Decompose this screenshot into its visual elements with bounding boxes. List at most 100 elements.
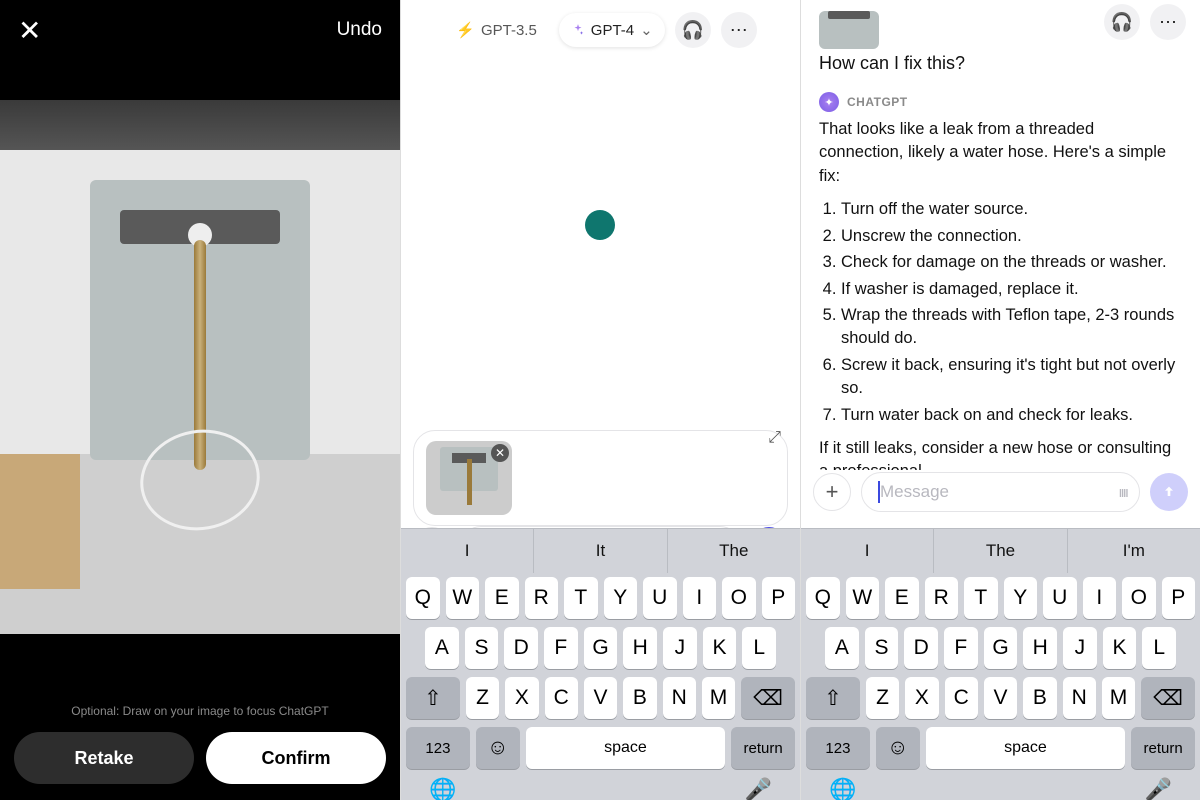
key-v[interactable]: V [584, 677, 617, 719]
key-j[interactable]: J [663, 627, 697, 669]
key-n[interactable]: N [663, 677, 696, 719]
undo-button[interactable]: Undo [337, 19, 382, 41]
key-g[interactable]: G [584, 627, 618, 669]
key-x[interactable]: X [505, 677, 538, 719]
key-p[interactable]: P [762, 577, 796, 619]
key-u[interactable]: U [643, 577, 677, 619]
key-o[interactable]: O [1122, 577, 1156, 619]
ios-keyboard[interactable]: I It The QWERTYUIOP ASDFGHJKL ⇧ ZXCVBNM … [401, 528, 800, 800]
key-b[interactable]: B [1023, 677, 1056, 719]
remove-attachment-icon[interactable]: ✕ [491, 444, 509, 462]
key-i[interactable]: I [1083, 577, 1117, 619]
key-e[interactable]: E [485, 577, 519, 619]
backspace-key[interactable]: ⌫ [741, 677, 795, 719]
key-f[interactable]: F [544, 627, 578, 669]
model-gpt35-tab[interactable]: ⚡ GPT-3.5 [444, 13, 549, 47]
key-i[interactable]: I [683, 577, 717, 619]
key-w[interactable]: W [846, 577, 880, 619]
key-s[interactable]: S [465, 627, 499, 669]
key-y[interactable]: Y [1004, 577, 1038, 619]
key-l[interactable]: L [742, 627, 776, 669]
suggestion-2[interactable]: It [533, 529, 666, 573]
suggestion-1[interactable]: I [401, 529, 533, 573]
model-gpt4-tab[interactable]: GPT-4 ⌄ [559, 13, 665, 47]
captured-photo[interactable] [0, 100, 400, 634]
key-f[interactable]: F [944, 627, 978, 669]
key-y[interactable]: Y [604, 577, 638, 619]
image-edit-panel: ✕ Undo Optional: Draw on your image to f… [0, 0, 400, 800]
key-x[interactable]: X [905, 677, 938, 719]
key-v[interactable]: V [984, 677, 1017, 719]
numbers-key[interactable]: 123 [406, 727, 470, 769]
key-c[interactable]: C [545, 677, 578, 719]
confirm-button[interactable]: Confirm [206, 732, 386, 784]
expand-icon[interactable]: ⤢ [768, 429, 781, 447]
key-p[interactable]: P [1162, 577, 1196, 619]
key-n[interactable]: N [1063, 677, 1096, 719]
add-attachment-button[interactable]: + [813, 473, 851, 511]
space-key[interactable]: space [526, 727, 725, 769]
message-placeholder: Message [880, 482, 949, 502]
key-a[interactable]: A [825, 627, 859, 669]
key-s[interactable]: S [865, 627, 899, 669]
close-icon[interactable]: ✕ [18, 14, 41, 47]
key-t[interactable]: T [964, 577, 998, 619]
key-b[interactable]: B [623, 677, 656, 719]
key-m[interactable]: M [702, 677, 735, 719]
more-button[interactable]: ⋯ [1150, 4, 1186, 40]
backspace-key[interactable]: ⌫ [1141, 677, 1195, 719]
key-t[interactable]: T [564, 577, 598, 619]
key-h[interactable]: H [623, 627, 657, 669]
suggestion-1[interactable]: I [801, 529, 933, 573]
message-composer[interactable]: ✕ ⤢ [413, 430, 788, 526]
key-a[interactable]: A [425, 627, 459, 669]
key-l[interactable]: L [1142, 627, 1176, 669]
key-r[interactable]: R [525, 577, 559, 619]
key-q[interactable]: Q [406, 577, 440, 619]
mic-icon[interactable]: 🎤 [1145, 777, 1172, 800]
retake-button[interactable]: Retake [14, 732, 194, 784]
ios-keyboard[interactable]: I The I'm QWERTYUIOP ASDFGHJKL ⇧ ZXCVBNM… [801, 528, 1200, 800]
key-k[interactable]: K [703, 627, 737, 669]
emoji-key[interactable]: ☺ [476, 727, 520, 769]
key-d[interactable]: D [904, 627, 938, 669]
shift-key[interactable]: ⇧ [406, 677, 460, 719]
return-key[interactable]: return [731, 727, 795, 769]
globe-icon[interactable]: 🌐 [429, 777, 456, 800]
suggestion-3[interactable]: The [667, 529, 800, 573]
key-o[interactable]: O [722, 577, 756, 619]
attached-image-thumbnail[interactable]: ✕ [426, 441, 512, 515]
key-z[interactable]: Z [866, 677, 899, 719]
loading-dot [585, 210, 615, 240]
user-image-thumbnail[interactable] [819, 11, 879, 49]
suggestion-3[interactable]: I'm [1067, 529, 1200, 573]
voice-wave-icon[interactable]: ıııı [1118, 484, 1127, 501]
return-key[interactable]: return [1131, 727, 1195, 769]
numbers-key[interactable]: 123 [806, 727, 870, 769]
key-z[interactable]: Z [466, 677, 499, 719]
suggestion-2[interactable]: The [933, 529, 1066, 573]
response-step: If washer is damaged, replace it. [841, 278, 1182, 301]
key-g[interactable]: G [984, 627, 1018, 669]
emoji-key[interactable]: ☺ [876, 727, 920, 769]
key-e[interactable]: E [885, 577, 919, 619]
globe-icon[interactable]: 🌐 [829, 777, 856, 800]
key-j[interactable]: J [1063, 627, 1097, 669]
headphones-button[interactable]: 🎧 [1104, 4, 1140, 40]
key-u[interactable]: U [1043, 577, 1077, 619]
key-r[interactable]: R [925, 577, 959, 619]
key-m[interactable]: M [1102, 677, 1135, 719]
key-c[interactable]: C [945, 677, 978, 719]
space-key[interactable]: space [926, 727, 1125, 769]
headphones-button[interactable]: 🎧 [675, 12, 711, 48]
mic-icon[interactable]: 🎤 [745, 777, 772, 800]
key-q[interactable]: Q [806, 577, 840, 619]
key-h[interactable]: H [1023, 627, 1057, 669]
message-input[interactable]: Message ıııı [861, 472, 1140, 512]
key-k[interactable]: K [1103, 627, 1137, 669]
shift-key[interactable]: ⇧ [806, 677, 860, 719]
key-d[interactable]: D [504, 627, 538, 669]
send-button[interactable] [1150, 473, 1188, 511]
more-button[interactable]: ⋯ [721, 12, 757, 48]
key-w[interactable]: W [446, 577, 480, 619]
